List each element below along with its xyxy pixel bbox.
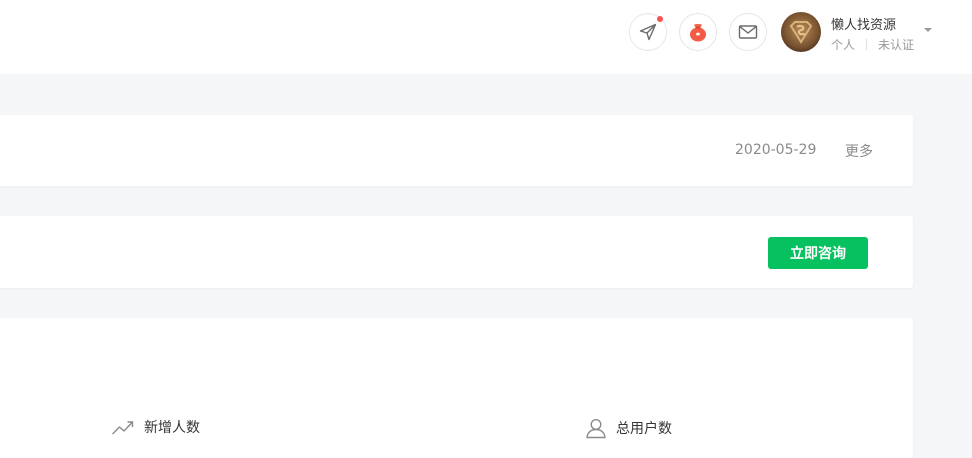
mail-icon [738,25,758,39]
avatar-image [781,12,821,52]
divider [866,39,868,50]
wallet-button[interactable] [679,13,717,51]
user-icon [586,418,606,439]
top-bar: 懒人找资源 个人 未认证 [0,0,972,74]
notification-dot [657,16,663,22]
verify-status: 未认证 [878,38,915,52]
avatar[interactable] [781,12,821,52]
stat-new-users: 新增人数 [111,417,200,437]
consult-button[interactable]: 立即咨询 [768,237,868,269]
account-type: 个人 [831,38,856,52]
money-bag-icon [690,23,706,42]
mail-button[interactable] [729,13,767,51]
notice-card: 2020-05-29 更多 [0,115,913,186]
stat-label: 总用户数 [616,421,672,437]
consult-card: 立即咨询 [0,216,913,288]
send-icon [639,23,657,41]
stats-card: 新增人数 总用户数 [0,318,913,458]
dropdown-caret-icon[interactable] [924,28,932,32]
stat-total-users: 总用户数 [585,417,672,439]
stat-label: 新增人数 [144,420,200,436]
more-link[interactable]: 更多 [845,141,873,161]
notice-date: 2020-05-29 [735,142,817,158]
user-status: 个人 未认证 [831,36,914,53]
trend-up-icon [112,421,134,435]
user-name[interactable]: 懒人找资源 [831,14,896,33]
notification-button[interactable] [629,13,667,51]
